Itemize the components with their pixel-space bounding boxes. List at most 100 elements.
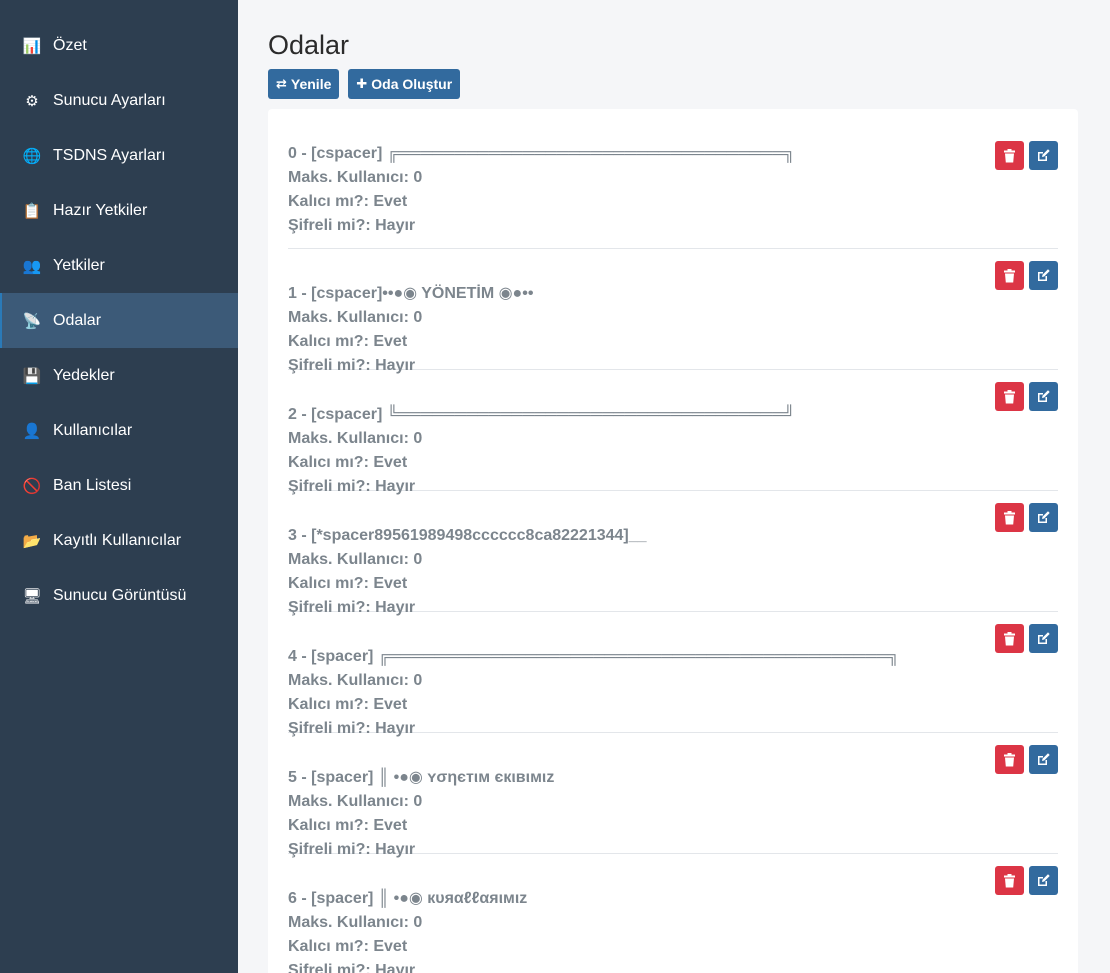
refresh-button[interactable]: ⇄ Yenile — [268, 69, 340, 99]
sidebar-item-kay-tl-kullan-c-lar[interactable]: 📂 Kayıtlı Kullanıcılar — [0, 513, 238, 568]
room-list: 0 - [cspacer] ╔═════════════════════════… — [268, 109, 1078, 973]
room-name: 6 - [spacer] ║ •●◉ кυяαℓℓαяιмιz — [288, 890, 528, 907]
folder-icon: 📂 — [22, 531, 42, 550]
sidebar-item-label: Kullanıcılar — [53, 421, 133, 439]
toolbar: ⇄ Yenile ✚ Oda Oluştur — [268, 69, 1080, 99]
delete-room-button[interactable] — [995, 141, 1024, 170]
globe-icon: 🌐 — [22, 146, 42, 165]
room-permanent: Kalıcı mı?: Evet — [288, 938, 408, 955]
room-name: 3 - [*spacer89561989498cccccc8ca82221344… — [288, 527, 647, 544]
sidebar-item-label: Hazır Yetkiler — [53, 201, 148, 219]
sidebar-item-sunucu-ayarlar-[interactable]: ⚙ Sunucu Ayarları — [0, 73, 238, 128]
sidebar-item-haz-r-yetkiler[interactable]: 📋 Hazır Yetkiler — [0, 183, 238, 238]
sidebar-menu: 📊 Özet ⚙ Sunucu Ayarları 🌐 TSDNS Ayarları 📋 Haz… — [0, 0, 238, 623]
room-max-users: Maks. Kullanıcı: 0 — [288, 309, 423, 326]
room-name: 0 - [cspacer] ╔═════════════════════════… — [288, 145, 795, 162]
edit-room-button[interactable] — [1029, 503, 1058, 532]
room-max-users: Maks. Kullanıcı: 0 — [288, 430, 423, 447]
room-row: 3 - [*spacer89561989498cccccc8ca82221344… — [288, 491, 1058, 616]
room-max-users: Maks. Kullanıcı: 0 — [288, 169, 423, 186]
delete-room-button[interactable] — [995, 503, 1024, 532]
edit-icon — [1036, 389, 1051, 404]
monitor-icon: 🖥 — [22, 586, 42, 605]
sidebar-item-sunucu-g-r-nt-s-[interactable]: 🖥 Sunucu Görüntüsü — [0, 568, 238, 623]
room-permanent: Kalıcı mı?: Evet — [288, 696, 408, 713]
edit-icon — [1036, 510, 1051, 525]
sidebar-item-ban-listesi[interactable]: 🚫 Ban Listesi — [0, 458, 238, 513]
refresh-button-label: Yenile — [290, 76, 332, 92]
room-actions — [995, 141, 1058, 170]
sidebar-item-odalar[interactable]: 📡 Odalar — [0, 293, 238, 348]
edit-room-button[interactable] — [1029, 745, 1058, 774]
plus-icon: ✚ — [356, 76, 368, 92]
trash-icon — [1003, 752, 1016, 767]
create-room-button-label: Oda Oluştur — [371, 76, 453, 92]
edit-icon — [1036, 631, 1051, 646]
sidebar-item-label: Kayıtlı Kullanıcılar — [53, 531, 182, 549]
gear-icon: ⚙ — [25, 91, 39, 110]
edit-room-button[interactable] — [1029, 382, 1058, 411]
edit-room-button[interactable] — [1029, 141, 1058, 170]
sidebar-item-kullan-c-lar[interactable]: 👤 Kullanıcılar — [0, 403, 238, 458]
sidebar-item-label: Yedekler — [53, 366, 115, 384]
sidebar-item-tsdns-ayarlar-[interactable]: 🌐 TSDNS Ayarları — [0, 128, 238, 183]
page-title: Odalar — [268, 30, 350, 60]
edit-room-button[interactable] — [1029, 624, 1058, 653]
delete-room-button[interactable] — [995, 745, 1024, 774]
room-max-users: Maks. Kullanıcı: 0 — [288, 914, 423, 931]
sidebar-item-yetkiler[interactable]: 👥 Yetkiler — [0, 238, 238, 293]
room-encrypted: Şifreli mi?: Hayır — [288, 217, 416, 234]
room-actions — [995, 745, 1058, 774]
edit-room-button[interactable] — [1029, 866, 1058, 895]
room-permanent: Kalıcı mı?: Evet — [288, 333, 408, 350]
sidebar: 📊 Özet ⚙ Sunucu Ayarları 🌐 TSDNS Ayarları 📋 Haz… — [0, 0, 238, 973]
trash-icon — [1003, 631, 1016, 646]
room-row: 4 - [spacer] ╔══════════════════════════… — [288, 612, 1058, 737]
room-actions — [995, 261, 1058, 290]
edit-icon — [1036, 752, 1051, 767]
delete-room-button[interactable] — [995, 866, 1024, 895]
sidebar-item-label: Sunucu Görüntüsü — [53, 586, 187, 604]
no-entry-icon: 🚫 — [22, 476, 42, 495]
delete-room-button[interactable] — [995, 261, 1024, 290]
room-max-users: Maks. Kullanıcı: 0 — [288, 551, 423, 568]
sidebar-item-yedekler[interactable]: 💾 Yedekler — [0, 348, 238, 403]
users-icon: 👥 — [22, 256, 42, 275]
room-row: 2 - [cspacer] ╚═════════════════════════… — [288, 370, 1058, 495]
room-max-users: Maks. Kullanıcı: 0 — [288, 672, 423, 689]
sidebar-item-label: Yetkiler — [53, 256, 105, 274]
room-permanent: Kalıcı mı?: Evet — [288, 575, 408, 592]
room-permanent: Kalıcı mı?: Evet — [288, 454, 408, 471]
room-name: 5 - [spacer] ║ •●◉ ʏσηєтιм єкιвιмιz — [288, 769, 555, 786]
sidebar-item--zet[interactable]: 📊 Özet — [0, 18, 238, 73]
create-room-button[interactable]: ✚ Oda Oluştur — [348, 69, 461, 99]
edit-icon — [1036, 268, 1051, 283]
room-row: 1 - [cspacer]••●◉ YÖNETİM ◉●•• Maks. Kull… — [288, 249, 1058, 374]
room-row: 5 - [spacer] ║ •●◉ ʏσηєтιм єкιвιмιz Maks.… — [288, 733, 1058, 858]
clipboard-icon: 📋 — [22, 201, 42, 220]
edit-room-button[interactable] — [1029, 261, 1058, 290]
room-actions — [995, 382, 1058, 411]
delete-room-button[interactable] — [995, 382, 1024, 411]
room-row: 0 - [cspacer] ╔═════════════════════════… — [288, 109, 1058, 249]
room-max-users: Maks. Kullanıcı: 0 — [288, 793, 423, 810]
room-name: 2 - [cspacer] ╚═════════════════════════… — [288, 406, 795, 423]
sidebar-item-label: Sunucu Ayarları — [53, 91, 166, 109]
user-icon: 👤 — [22, 421, 42, 440]
room-name: 1 - [cspacer]••●◉ YÖNETİM ◉●•• — [288, 285, 534, 302]
refresh-icon: ⇄ — [276, 76, 287, 92]
floppy-disk-icon: 💾 — [22, 366, 42, 385]
sidebar-item-label: Ban Listesi — [53, 476, 132, 494]
trash-icon — [1003, 268, 1016, 283]
room-permanent: Kalıcı mı?: Evet — [288, 193, 408, 210]
trash-icon — [1003, 873, 1016, 888]
trash-icon — [1003, 148, 1016, 163]
room-actions — [995, 624, 1058, 653]
delete-room-button[interactable] — [995, 624, 1024, 653]
sidebar-item-label: Odalar — [53, 311, 102, 329]
room-row: 6 - [spacer] ║ •●◉ кυяαℓℓαяιмιz Maks. Kul… — [288, 854, 1058, 973]
trash-icon — [1003, 510, 1016, 525]
room-actions — [995, 866, 1058, 895]
main-content: Odalar ⇄ Yenile ✚ Oda Oluştur 0 - [cspac… — [238, 0, 1110, 973]
trash-icon — [1003, 389, 1016, 404]
